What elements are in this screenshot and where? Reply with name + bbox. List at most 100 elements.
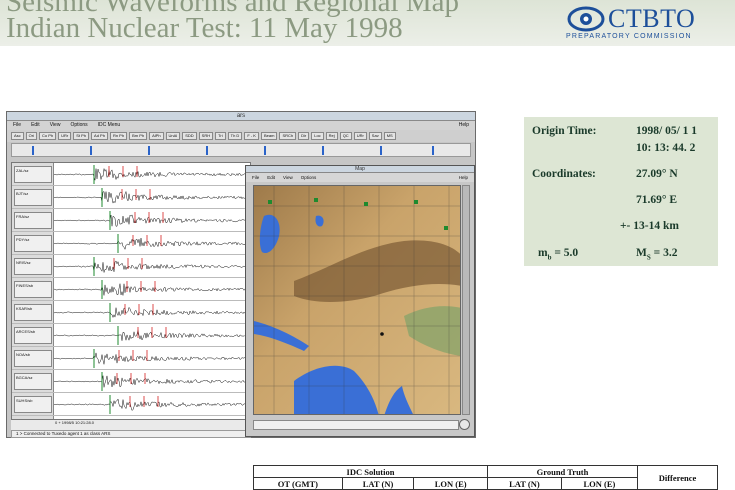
station-label[interactable]: ZAL/sz bbox=[14, 166, 52, 183]
menu-options[interactable]: Options bbox=[70, 121, 87, 130]
waveform-row[interactable]: ZAL/sz bbox=[12, 163, 250, 186]
map-titlebar: Map bbox=[246, 166, 474, 173]
station-label[interactable]: PDY/sz bbox=[14, 235, 52, 252]
menu-edit[interactable]: Edit bbox=[31, 121, 40, 130]
waveform-row[interactable]: BGCA/sz bbox=[12, 370, 250, 393]
col-gt-lat: LAT (N) bbox=[487, 477, 562, 490]
station-label[interactable]: FRA/sz bbox=[14, 212, 52, 229]
regional-map[interactable] bbox=[253, 185, 461, 415]
waveform-trace bbox=[54, 257, 250, 276]
waveform-panel[interactable]: ZAL/sz BJT/sz FRA/sz PDY/sz NRIS/sz FINES/sb K… bbox=[11, 162, 251, 420]
difference-header: Difference bbox=[637, 465, 718, 490]
toolbar-button[interactable]: Rn Ph bbox=[109, 132, 128, 140]
latitude: 27.09° N bbox=[636, 168, 678, 180]
col-gt-lon: LON (E) bbox=[560, 477, 639, 490]
col-idc-lat: LAT (N) bbox=[341, 477, 415, 490]
map-menu-file[interactable]: File bbox=[252, 173, 259, 182]
toolbar-button[interactable]: Ori bbox=[25, 132, 38, 140]
status-line: 1 > Connected to Tuxedo agent 1 as class… bbox=[11, 430, 251, 438]
waveform-trace bbox=[54, 303, 250, 322]
map-menu-options[interactable]: Options bbox=[301, 173, 317, 182]
toolbar-button[interactable]: Loc bbox=[311, 132, 324, 140]
waveform-trace bbox=[54, 211, 250, 230]
ars-titlebar: ars bbox=[7, 112, 475, 121]
toolbar-button[interactable]: Bm Ph bbox=[129, 132, 148, 140]
toolbar-button[interactable]: SRCh bbox=[279, 132, 297, 140]
toolbar-button[interactable]: URr bbox=[353, 132, 367, 140]
surface-wave-magnitude: MS = 3.2 bbox=[636, 247, 678, 262]
waveform-trace bbox=[54, 234, 250, 253]
depth: +- 13-14 km bbox=[620, 220, 679, 232]
toolbar-button[interactable]: QC bbox=[339, 132, 352, 140]
toolbar-button[interactable]: SDD bbox=[182, 132, 197, 140]
map-menubar: File Edit View Options Help bbox=[246, 173, 474, 182]
waveform-trace bbox=[54, 280, 250, 299]
origin-time-label: Origin Time: bbox=[532, 125, 597, 137]
station-label[interactable]: ARCES/sb bbox=[14, 327, 52, 344]
toolbar-button[interactable]: Rej bbox=[325, 132, 338, 140]
waveform-trace bbox=[54, 165, 250, 184]
waveform-row[interactable]: PDY/sz bbox=[12, 232, 250, 255]
origin-date: 1998/ 05/ 1 1 bbox=[636, 125, 698, 137]
menu-help[interactable]: Help bbox=[459, 121, 469, 130]
map-menu-view[interactable]: View bbox=[283, 173, 293, 182]
station-label[interactable]: FINES/sb bbox=[14, 281, 52, 298]
toolbar-button[interactable]: UnAl bbox=[165, 132, 181, 140]
toolbar-button[interactable]: Beam bbox=[260, 132, 278, 140]
time-readout: 0 + 1998/5 10:21:28.0 bbox=[55, 420, 95, 425]
menu-idc[interactable]: IDC Menu bbox=[98, 121, 121, 130]
map-menu-edit[interactable]: Edit bbox=[267, 173, 275, 182]
waveform-row[interactable]: KSAR/sb bbox=[12, 301, 250, 324]
station-label[interactable]: BJT/sz bbox=[14, 189, 52, 206]
coordinates-label: Coordinates: bbox=[532, 168, 596, 180]
col-idc-lon: LON (E) bbox=[413, 477, 488, 490]
station-label[interactable]: SUHS/sb bbox=[14, 396, 52, 413]
toolbar-button[interactable]: SRH bbox=[198, 132, 214, 140]
toolbar-button[interactable]: URr bbox=[58, 132, 72, 140]
idc-solution-header: IDC Solution bbox=[253, 465, 488, 478]
toolbar-button[interactable]: AlPh bbox=[149, 132, 164, 140]
map-zoom-button[interactable] bbox=[459, 419, 470, 430]
waveform-row[interactable]: SUHS/sb bbox=[12, 393, 250, 416]
toolbar-button[interactable]: Sav bbox=[368, 132, 382, 140]
map-scrollbar[interactable] bbox=[462, 185, 470, 415]
waveform-row[interactable]: BJT/sz bbox=[12, 186, 250, 209]
logo-text: CTBTO bbox=[608, 4, 696, 33]
toolbar-button[interactable]: MS bbox=[383, 132, 396, 140]
waveform-trace bbox=[54, 326, 250, 345]
menu-view[interactable]: View bbox=[50, 121, 61, 130]
toolbar-button[interactable]: Ad Ph bbox=[91, 132, 108, 140]
station-label[interactable]: NRIS/sz bbox=[14, 258, 52, 275]
time-axis: 0 + 1998/5 10:21:28.0 bbox=[11, 420, 251, 430]
waveform-trace bbox=[54, 349, 250, 368]
logo-subtitle: PREPARATORY COMMISSION bbox=[566, 33, 692, 40]
map-menu-help[interactable]: Help bbox=[459, 173, 468, 182]
event-location bbox=[380, 332, 384, 336]
toolbar-button[interactable]: Tri bbox=[215, 132, 226, 140]
menu-file[interactable]: File bbox=[13, 121, 21, 130]
toolbar-button[interactable]: Th D bbox=[227, 132, 243, 140]
waveform-row[interactable]: NRIS/sz bbox=[12, 255, 250, 278]
ctbto-eye-icon bbox=[567, 6, 605, 32]
station-label[interactable]: KSAR/sb bbox=[14, 304, 52, 321]
toolbar-button[interactable]: F - K bbox=[244, 132, 259, 140]
toolbar-button[interactable]: Dir bbox=[298, 132, 310, 140]
waveform-row[interactable]: NOA/sb bbox=[12, 347, 250, 370]
station-label[interactable]: NOA/sb bbox=[14, 350, 52, 367]
ars-toolbar: Asc Ori Co Ph URr St Ph Ad Ph Rn Ph Bm Ph AlPh Un… bbox=[7, 130, 475, 142]
waveform-row[interactable]: FINES/sb bbox=[12, 278, 250, 301]
slide-title-line2: Indian Nuclear Test: 11 May 1998 bbox=[6, 12, 403, 44]
longitude: 71.69° E bbox=[636, 194, 678, 206]
col-ot: OT (GMT) bbox=[253, 477, 343, 490]
event-strip[interactable] bbox=[11, 143, 471, 157]
toolbar-button[interactable]: Asc bbox=[11, 132, 24, 140]
waveform-row[interactable]: ARCES/sb bbox=[12, 324, 250, 347]
toolbar-button[interactable]: St Ph bbox=[73, 132, 90, 140]
slide-title-bar: Seismic Waveforms and Regional Map India… bbox=[0, 0, 735, 46]
toolbar-button[interactable]: Co Ph bbox=[39, 132, 57, 140]
body-wave-magnitude: mb = 5.0 bbox=[538, 247, 579, 262]
waveform-row[interactable]: FRA/sz bbox=[12, 209, 250, 232]
waveform-trace bbox=[54, 395, 250, 414]
station-label[interactable]: BGCA/sz bbox=[14, 373, 52, 390]
waveform-trace bbox=[54, 372, 250, 391]
